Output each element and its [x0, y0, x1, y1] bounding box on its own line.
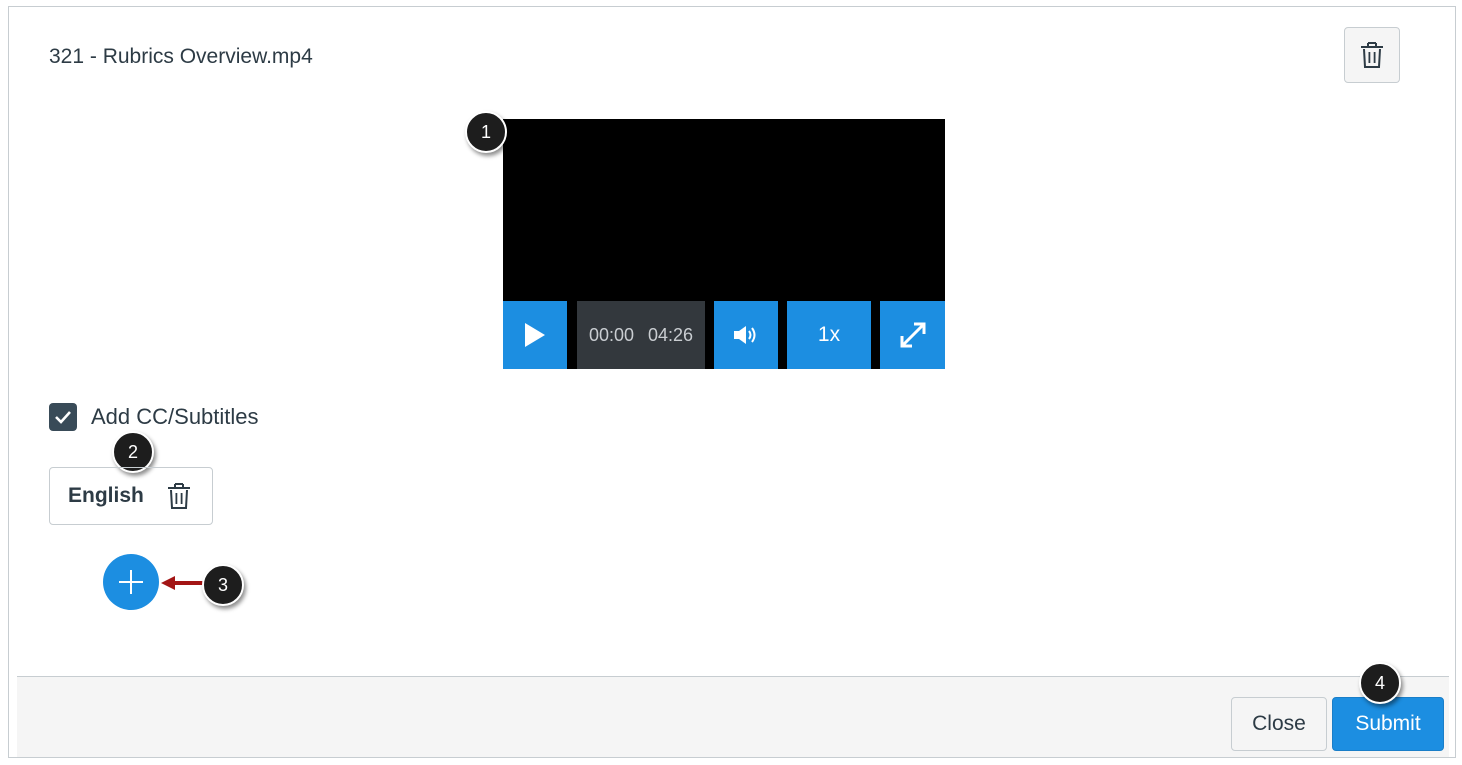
fullscreen-icon	[900, 322, 925, 348]
plus-icon	[119, 570, 143, 594]
caption-language-item: English	[49, 467, 213, 525]
arrow-pointer-icon	[161, 576, 205, 590]
play-icon	[525, 323, 545, 347]
trash-icon	[1361, 42, 1383, 68]
media-dialog: 321 - Rubrics Overview.mp4 00:00 04:26 1…	[8, 6, 1456, 758]
volume-button[interactable]	[714, 301, 778, 369]
add-cc-label: Add CC/Subtitles	[91, 404, 259, 429]
add-cc-checkbox[interactable]	[49, 403, 77, 431]
add-cc-row[interactable]: Add CC/Subtitles	[49, 403, 259, 431]
callout-1: 1	[465, 111, 507, 153]
callout-4: 4	[1359, 662, 1401, 704]
caption-language-label: English	[68, 484, 144, 507]
total-time: 04:26	[648, 324, 694, 345]
time-display: 00:00 04:26	[577, 301, 705, 369]
file-name-title: 321 - Rubrics Overview.mp4	[49, 45, 313, 68]
callout-3: 3	[202, 564, 244, 606]
current-time: 00:00	[588, 324, 634, 345]
close-button[interactable]: Close	[1231, 697, 1327, 751]
checkmark-icon	[55, 411, 71, 424]
submit-button[interactable]: Submit	[1332, 697, 1444, 751]
video-player[interactable]: 00:00 04:26 1x	[503, 119, 945, 369]
add-caption-button[interactable]	[103, 554, 159, 610]
play-button[interactable]	[503, 301, 567, 369]
fullscreen-button[interactable]	[880, 301, 945, 369]
dialog-footer: Close Submit	[17, 676, 1449, 757]
remove-caption-button[interactable]	[166, 482, 192, 510]
delete-media-button[interactable]	[1344, 27, 1400, 83]
playback-speed-button[interactable]: 1x	[787, 301, 871, 369]
trash-icon	[167, 483, 190, 509]
player-controls: 00:00 04:26 1x	[503, 301, 945, 369]
volume-icon	[734, 326, 756, 344]
